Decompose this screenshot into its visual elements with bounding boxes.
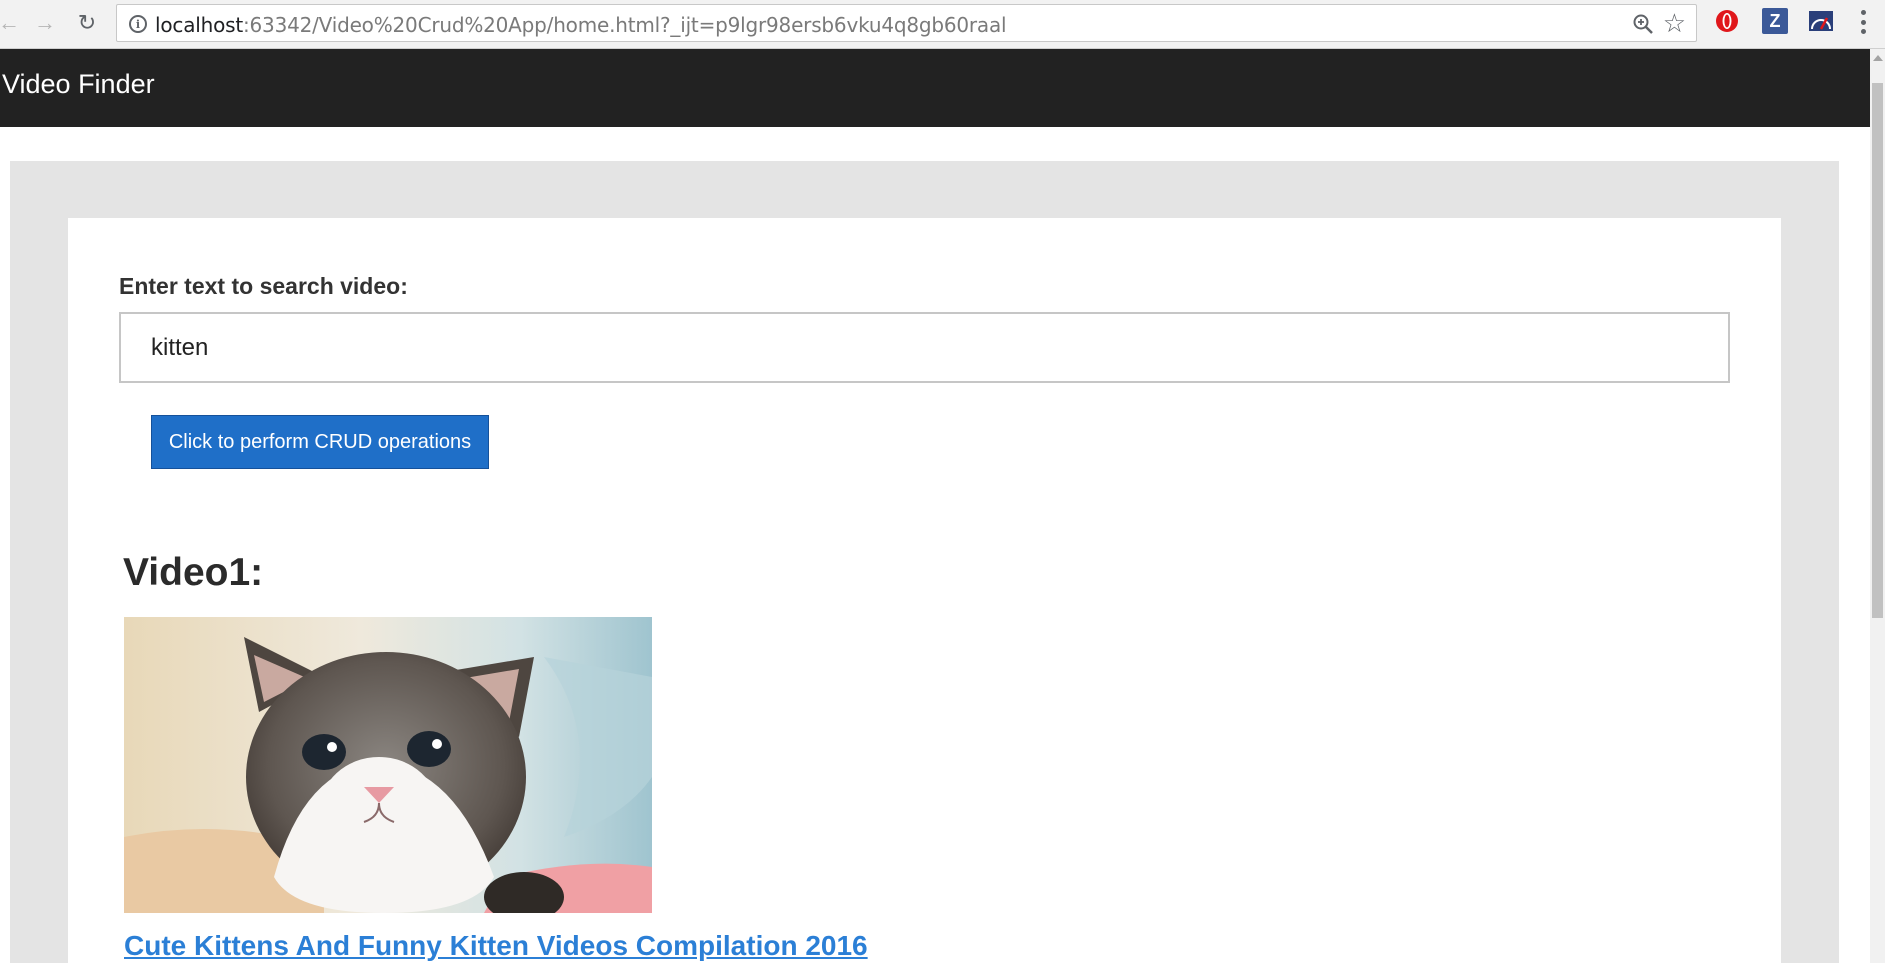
z-extension-icon[interactable]: Z [1762,8,1788,34]
video-title-link[interactable]: Cute Kittens And Funny Kitten Videos Com… [124,930,868,962]
reload-icon[interactable]: ↻ [70,6,104,40]
back-arrow-icon[interactable]: ← [0,6,26,40]
zoom-icon[interactable] [1632,13,1654,35]
app-header: Video Finder [0,49,1870,127]
search-input[interactable] [119,312,1730,383]
app-title[interactable]: Video Finder [2,69,155,100]
scrollbar-thumb[interactable] [1872,83,1883,618]
search-label: Enter text to search video: [119,273,408,299]
info-icon[interactable]: i [129,15,147,33]
url-host: localhost [155,13,243,37]
page-scrollbar[interactable] [1870,49,1885,963]
opera-extension-icon[interactable] [1714,8,1740,34]
bookmark-star-icon[interactable]: ☆ [1663,9,1686,37]
scroll-up-arrow-icon[interactable] [1873,55,1883,61]
url-text[interactable]: localhost:63342/Video%20Crud%20App/home.… [155,13,1007,37]
crud-operations-button[interactable]: Click to perform CRUD operations [151,415,489,469]
forward-arrow-icon[interactable]: → [28,6,62,40]
kitten-thumbnail-image [124,617,652,913]
browser-menu-icon[interactable] [1860,10,1866,34]
speedometer-extension-icon[interactable] [1808,8,1834,34]
browser-toolbar: ← → ↻ i localhost:63342/Video%20Crud%20A… [0,0,1885,49]
video-thumbnail[interactable] [124,617,652,913]
url-path: :63342/Video%20Crud%20App/home.html?_ijt… [242,13,1007,37]
address-bar[interactable]: i localhost:63342/Video%20Crud%20App/hom… [116,4,1697,42]
video-heading: Video1: [123,551,264,594]
